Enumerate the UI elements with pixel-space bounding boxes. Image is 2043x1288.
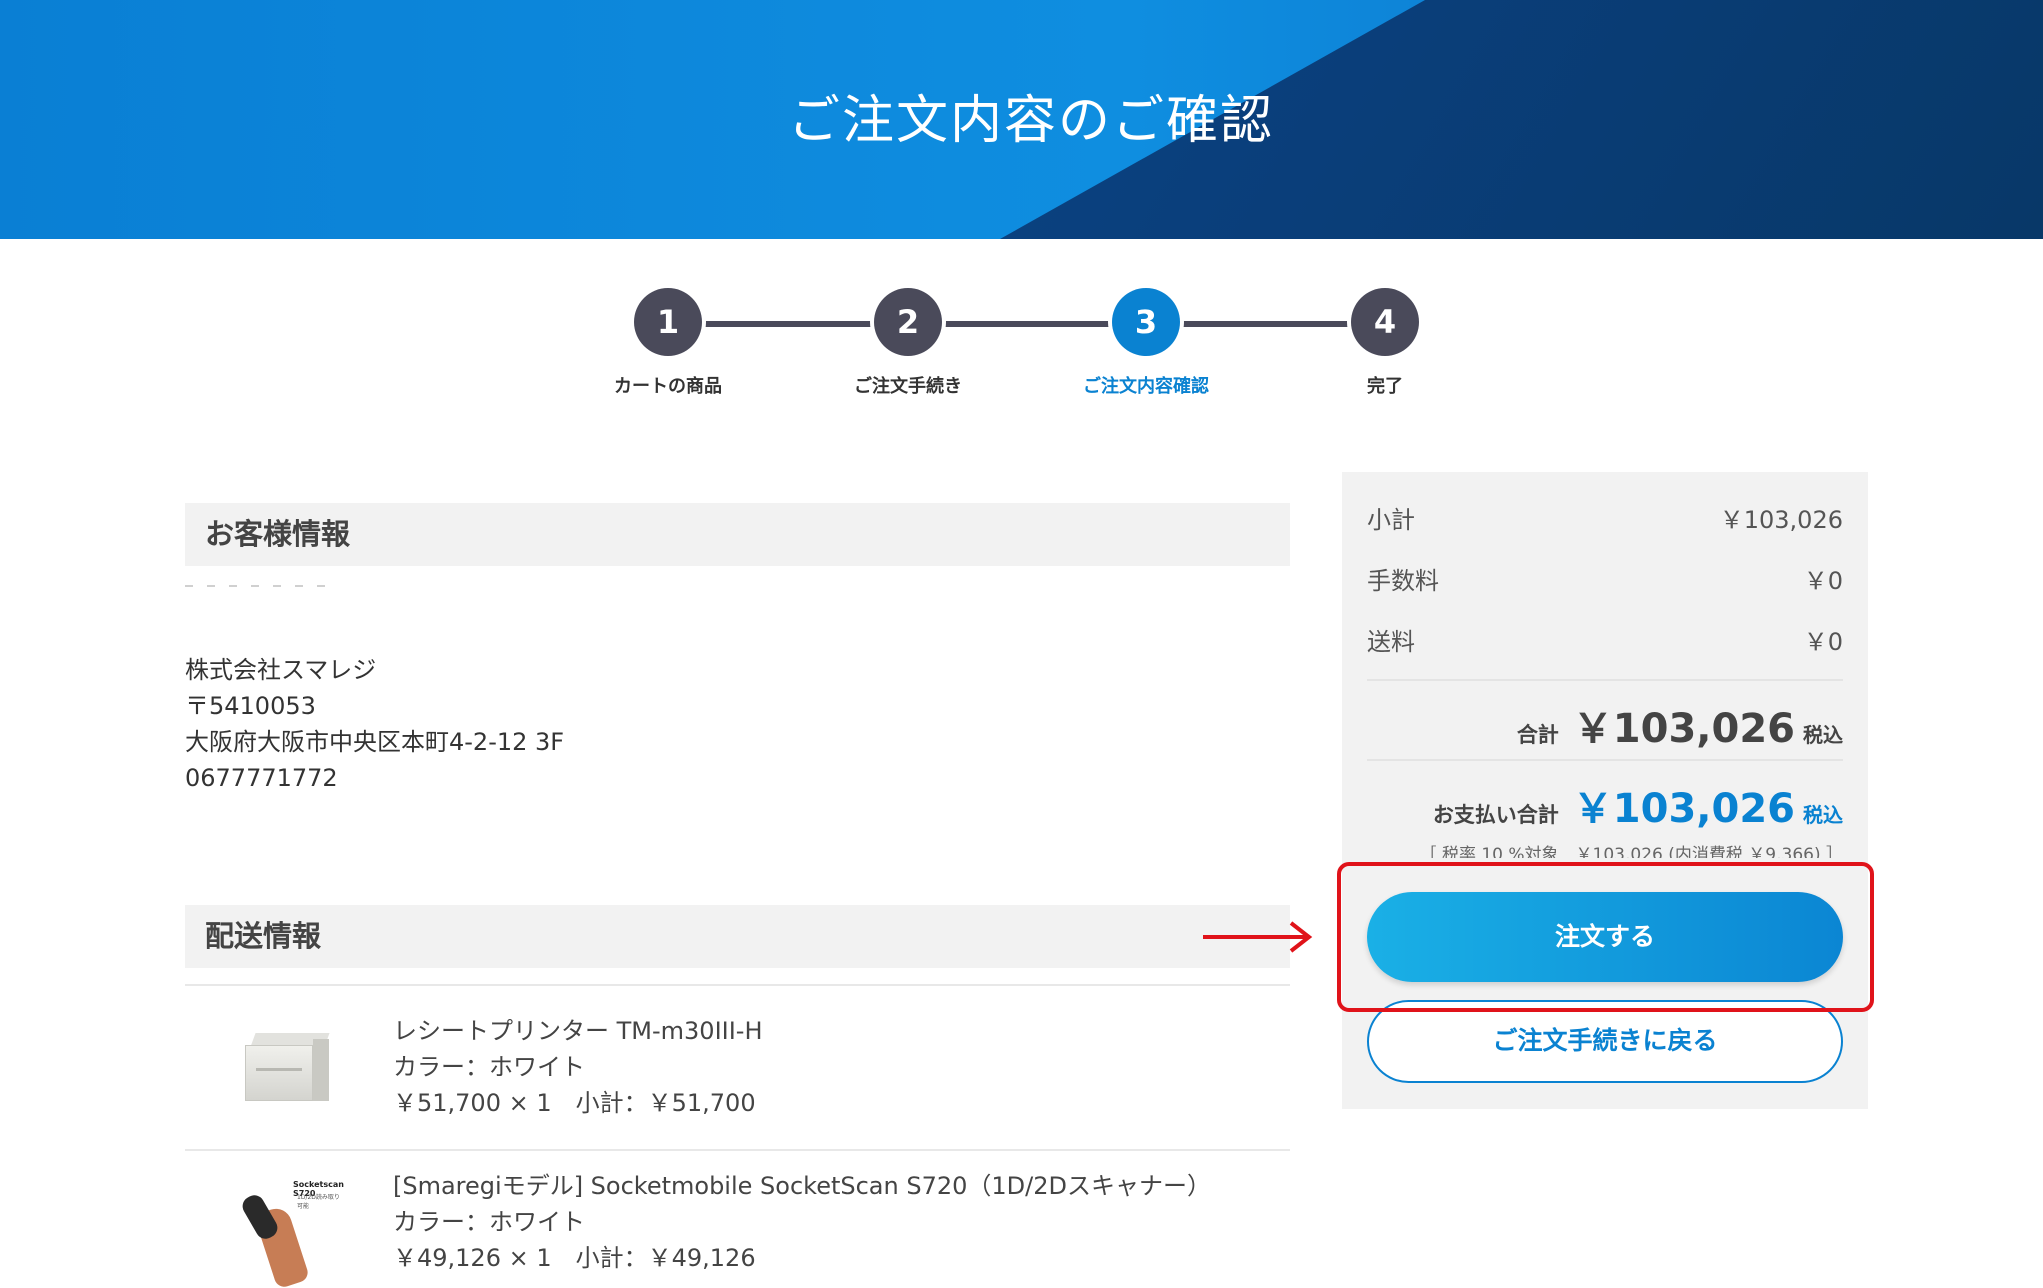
customer-info-heading: お客様情報 <box>185 503 1290 566</box>
step-label: カートの商品 <box>614 376 722 397</box>
shipping-fee-row: 送料 ￥0 <box>1367 622 1843 657</box>
subtotal-row: 小計 ￥103,026 <box>1367 500 1843 535</box>
thumb-subcaption: 1D/2D読み取り可能 <box>297 1194 340 1210</box>
fee-row: 手数料 ￥0 <box>1367 561 1843 596</box>
total-row: 合計 ￥103,026 税込 <box>1517 696 1843 754</box>
fee-value: ￥0 <box>1803 567 1843 595</box>
step-cart: 1 カートの商品 <box>568 288 768 398</box>
item-color: カラー：ホワイト <box>393 1208 585 1236</box>
step-number: 2 <box>874 288 942 356</box>
item-details: レシートプリンター TM-m30III-H カラー：ホワイト ￥51,700 ×… <box>393 1013 763 1121</box>
payment-total-row: お支払い合計 ￥103,026 税込 <box>1433 776 1843 834</box>
customer-phone: 0677771772 <box>185 764 338 792</box>
divider <box>1367 679 1843 681</box>
item-price: ￥49,126 × 1 小計：￥49,126 <box>393 1244 756 1272</box>
item-name: [Smaregiモデル] Socketmobile SocketScan S72… <box>393 1172 1211 1200</box>
divider <box>185 1149 1290 1151</box>
page-title: ご注文内容のご確認 <box>787 91 1274 151</box>
faded-text-line <box>185 585 335 587</box>
step-complete: 4 完了 <box>1285 288 1485 398</box>
step-procedure: 2 ご注文手続き <box>808 288 1008 398</box>
payment-tax-label: 税込 <box>1803 803 1843 827</box>
divider <box>1367 759 1843 761</box>
customer-details: 株式会社スマレジ 〒5410053 大阪府大阪市中央区本町4-2-12 3F 0… <box>185 652 564 796</box>
item-name: レシートプリンター TM-m30III-H <box>393 1017 763 1045</box>
barcode-scanner-icon: Socketscan S720 1D/2D読み取り可能 <box>235 1168 345 1288</box>
subtotal-value: ￥103,026 <box>1719 506 1843 534</box>
divider <box>185 984 1290 986</box>
arrow-right-icon <box>1203 921 1313 953</box>
step-number: 4 <box>1351 288 1419 356</box>
total-tax-label: 税込 <box>1803 723 1843 747</box>
item-color: カラー：ホワイト <box>393 1053 585 1081</box>
place-order-button[interactable]: 注文する <box>1367 892 1843 982</box>
payment-total-value: ￥103,026 <box>1572 786 1795 832</box>
back-to-checkout-button[interactable]: ご注文手続きに戻る <box>1367 1000 1843 1083</box>
item-details: [Smaregiモデル] Socketmobile SocketScan S72… <box>393 1168 1211 1276</box>
step-number: 3 <box>1112 288 1180 356</box>
total-value: ￥103,026 <box>1572 706 1795 752</box>
step-label: 完了 <box>1367 376 1403 397</box>
page-header: ご注文内容のご確認 <box>0 0 2043 239</box>
customer-company: 株式会社スマレジ <box>185 656 377 684</box>
step-number: 1 <box>634 288 702 356</box>
step-label: ご注文内容確認 <box>1083 376 1209 397</box>
tax-note: ［ 税率 10 %対象 ￥103,026 (内消費税 ￥9,366) ］ <box>1419 845 1843 858</box>
order-item: Socketscan S720 1D/2D読み取り可能 [Smaregiモデル]… <box>185 1158 1290 1288</box>
payment-total-label: お支払い合計 <box>1432 803 1559 827</box>
order-item: レシートプリンター TM-m30III-H カラー：ホワイト ￥51,700 ×… <box>185 1003 1290 1153</box>
fee-label: 手数料 <box>1367 567 1439 595</box>
customer-postal: 〒5410053 <box>185 692 316 720</box>
step-label: ご注文手続き <box>854 376 962 397</box>
receipt-printer-icon <box>235 1013 345 1123</box>
customer-address: 大阪府大阪市中央区本町4-2-12 3F <box>185 728 565 756</box>
item-price: ￥51,700 × 1 小計：￥51,700 <box>393 1089 756 1117</box>
shipping-fee-value: ￥0 <box>1803 628 1843 656</box>
shipping-fee-label: 送料 <box>1367 628 1415 656</box>
checkout-stepper: 1 カートの商品 2 ご注文手続き 3 ご注文内容確認 4 完了 <box>0 288 2043 398</box>
subtotal-label: 小計 <box>1367 506 1415 534</box>
shipping-info-heading: 配送情報 <box>185 905 1290 968</box>
total-label: 合計 <box>1516 723 1559 747</box>
step-confirm: 3 ご注文内容確認 <box>1046 288 1246 398</box>
